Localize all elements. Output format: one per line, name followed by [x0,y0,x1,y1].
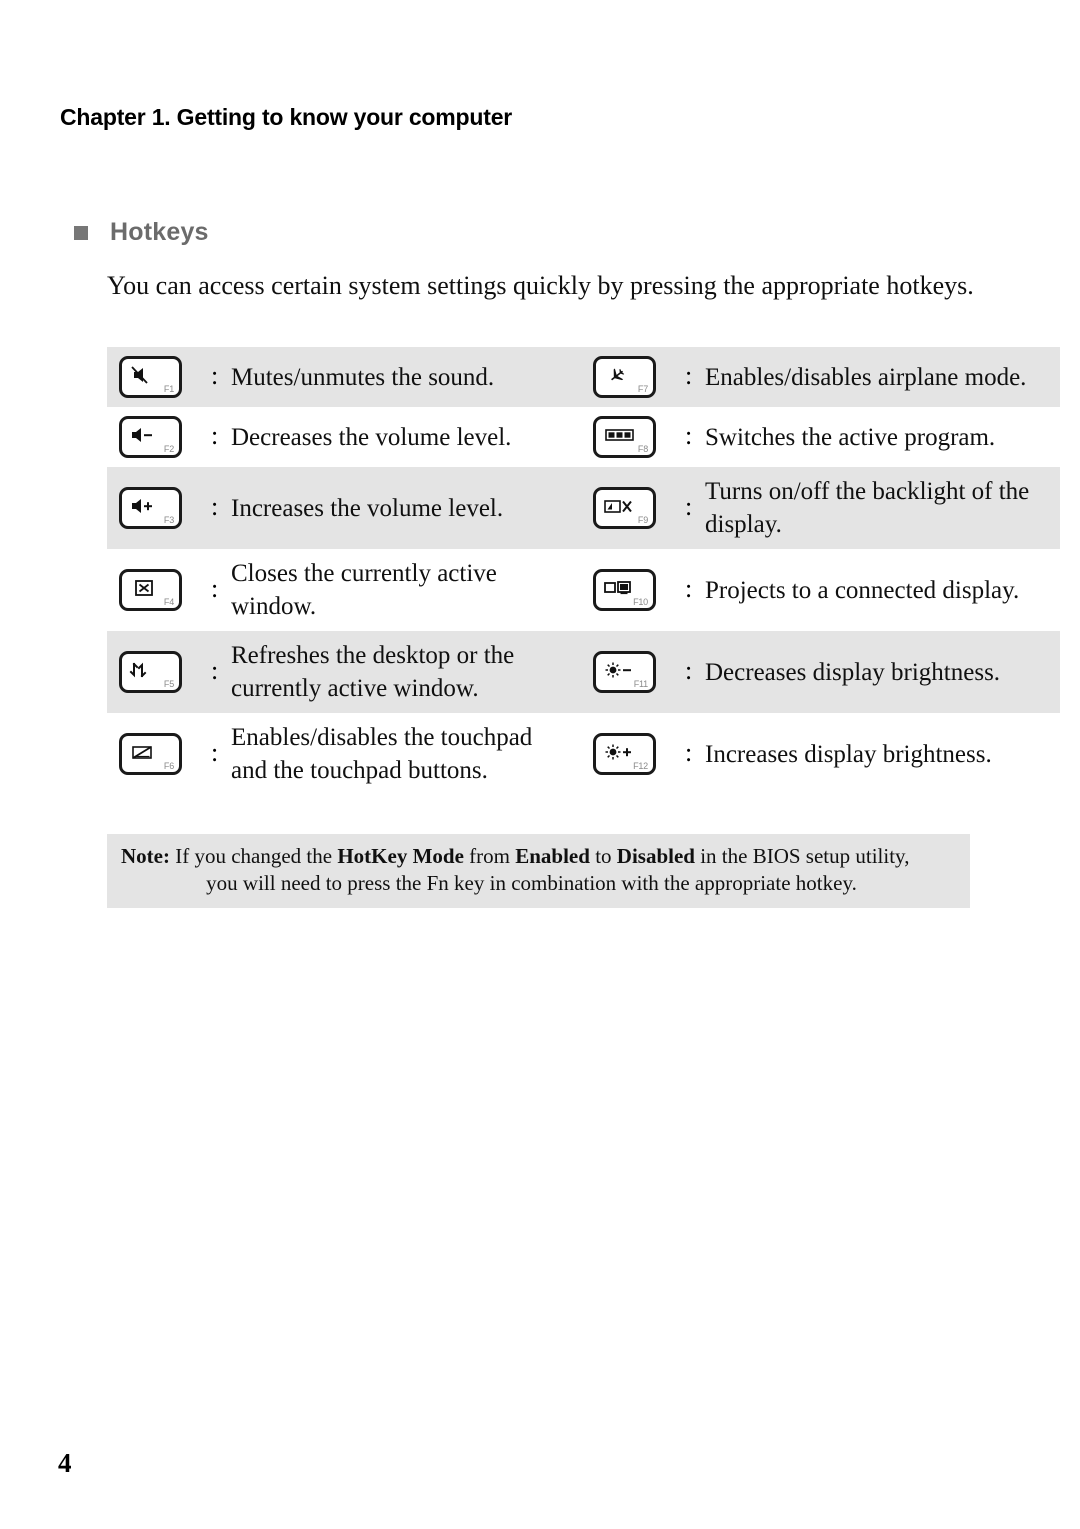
hotkey-description: Increases display brightness. [705,740,992,768]
hotkey-key-f11: F11 [581,631,685,713]
hotkey-key-f9: F9 [581,467,685,549]
touchpad-off-icon [128,741,168,763]
table-row: F6 : Enables/disables the touchpad and t… [107,713,1060,795]
separator-colon: : [685,737,693,767]
airplane-icon [602,364,642,386]
note-line-first: Note: If you changed the HotKey Mode fro… [121,843,956,870]
task-switcher-icon [602,424,642,446]
keycap-label: F12 [633,761,648,771]
page-number: 4 [58,1448,72,1478]
table-row: F3 : Increases the volume level. F9: Tu… [107,467,1060,549]
separator-colon: : [211,737,219,767]
keycap-label: F11 [633,679,648,689]
separator-colon: : [685,420,693,450]
keycap-f12: F12 [593,733,656,775]
note-bold-disabled: Disabled [616,844,695,868]
hotkey-description: Mutes/unmutes the sound. [231,363,495,391]
keycap-label: F3 [163,515,174,525]
keycap-label: F7 [637,384,648,394]
hotkeys-table: F1 : Mutes/unmutes the sound. F7 : Enabl… [107,347,1060,795]
hotkey-description: Refreshes the desktop or the currently a… [231,642,515,702]
separator-colon: : [685,491,693,521]
intro-paragraph: You can access certain system settings q… [107,271,974,300]
refresh-icon [128,659,168,681]
separator-colon: : [685,573,693,603]
hotkey-key-f6: F6 [107,713,211,795]
note-text-2: from [463,844,516,868]
hotkey-description: Closes the currently active window. [231,560,497,620]
keycap-f3: F3 [119,487,182,529]
keycap-label: F6 [163,761,174,771]
keycap-f11: F11 [593,651,656,693]
note-callout: Note: If you changed the HotKey Mode fro… [107,834,970,908]
table-row: F4 : Closes the currently active window. [107,549,1060,631]
hotkey-key-f12: F12 [581,713,685,795]
table-row: F1 : Mutes/unmutes the sound. F7 : Enabl… [107,347,1060,407]
table-row: F2 : Decreases the volume level. F8: Sw… [107,407,1060,467]
keycap-f6: F6 [119,733,182,775]
hotkey-description: Decreases display brightness. [705,658,1001,686]
note-line-second: you will need to press the Fn key in com… [206,871,857,895]
hotkey-key-f8: F8 [581,407,685,467]
separator-colon: : [211,573,219,603]
keycap-f9: F9 [593,487,656,529]
speaker-mute-icon [128,364,168,386]
keycap-label: F8 [637,444,648,454]
separator-colon: : [211,360,219,390]
section-header: Hotkeys [74,218,209,247]
hotkey-key-f3: F3 [107,467,211,549]
note-label: Note: [121,844,170,868]
keycap-f1: F1 [119,356,182,398]
hotkey-description: Enables/disables airplane mode. [705,363,1027,391]
separator-colon: : [211,655,219,685]
hotkey-key-f10: F10 [581,549,685,631]
hotkey-key-f2: F2 [107,407,211,467]
square-bullet-icon [74,225,88,240]
page-title: Chapter 1. Getting to know your computer [60,104,513,130]
hotkey-description: Switches the active program. [705,423,996,451]
display-backlight-off-icon [602,495,642,517]
separator-colon: : [211,420,219,450]
keycap-f8: F8 [593,416,656,458]
note-bold-hotkey-mode: HotKey Mode [337,844,464,868]
keycap-f2: F2 [119,416,182,458]
separator-colon: : [211,491,219,521]
note-bold-enabled: Enabled [515,844,590,868]
separator-colon: : [685,360,693,390]
keycap-label: F5 [163,679,174,689]
keycap-label: F10 [633,597,648,607]
project-display-icon [602,577,642,599]
note-text-3: to [589,844,617,868]
hotkey-description: Enables/disables the touchpad and the to… [231,724,533,784]
table-row: F5 : Refreshes the desktop or the curren… [107,631,1060,713]
keycap-label: F1 [163,384,174,394]
separator-colon: : [685,655,693,685]
volume-down-icon [128,424,168,446]
keycap-f4: F4 [119,569,182,611]
keycap-label: F4 [163,597,174,607]
keycap-label: F9 [637,515,648,525]
hotkey-key-f1: F1 [107,347,211,407]
brightness-down-icon [602,659,642,681]
note-text-4: in the BIOS setup utility, [694,844,910,868]
keycap-f7: F7 [593,356,656,398]
keycap-f10: F10 [593,569,656,611]
hotkey-key-f4: F4 [107,549,211,631]
volume-up-icon [128,495,168,517]
hotkey-description: Projects to a connected display. [705,576,1020,604]
hotkey-description: Turns on/off the backlight of the displa… [705,478,1030,538]
hotkey-key-f5: F5 [107,631,211,713]
brightness-up-icon [602,741,642,763]
hotkey-key-f7: F7 [581,347,685,407]
keycap-label: F2 [163,444,174,454]
hotkey-description: Increases the volume level. [231,494,504,522]
close-window-icon [128,577,168,599]
note-text-1: If you changed the [169,844,338,868]
keycap-f5: F5 [119,651,182,693]
hotkey-description: Decreases the volume level. [231,423,512,451]
section-title: Hotkeys [110,218,209,246]
